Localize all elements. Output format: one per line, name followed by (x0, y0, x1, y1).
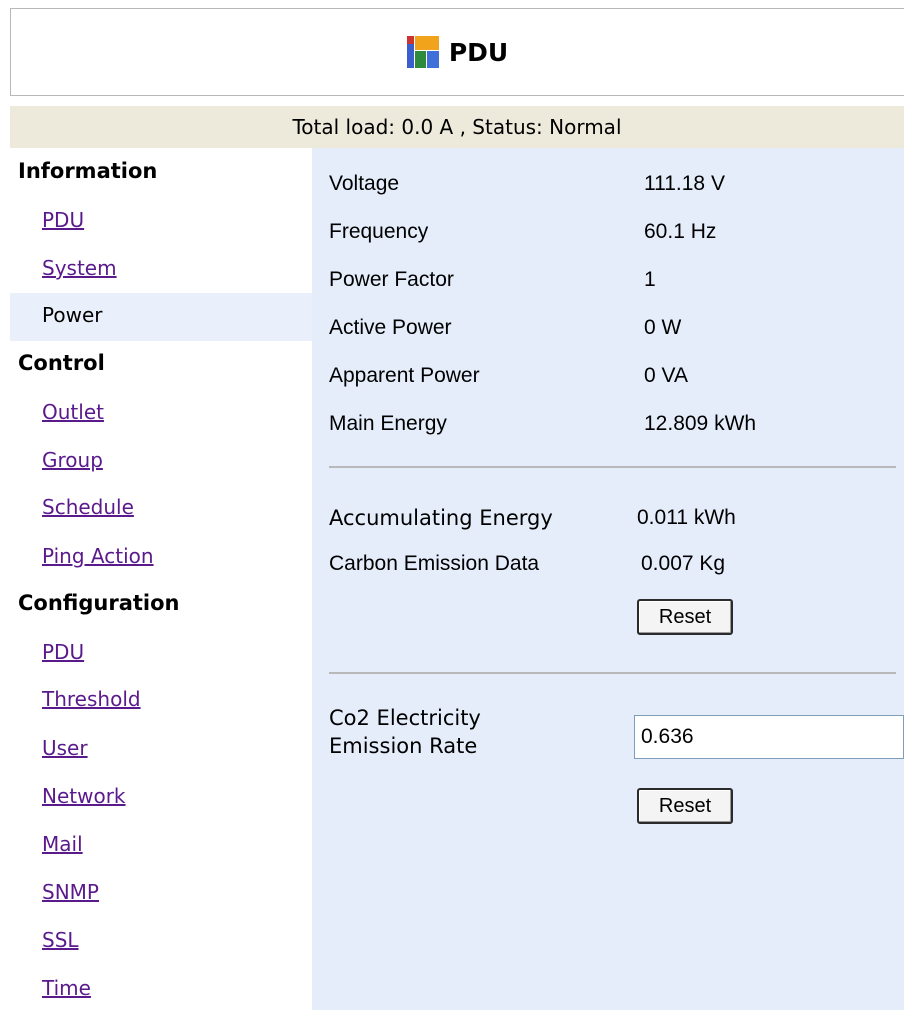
frequency-label: Frequency (329, 220, 429, 243)
apparent-power-label: Apparent Power (329, 364, 480, 387)
reset-accumulating-button[interactable]: Reset (637, 599, 733, 635)
sidebar-item-threshold[interactable]: Threshold (42, 687, 141, 711)
apparent-power-value: 0 VA (644, 364, 688, 387)
active-power-value: 0 W (644, 316, 682, 339)
sidebar-item-outlet[interactable]: Outlet (42, 400, 104, 424)
accumulating-energy-value: 0.011 kWh (637, 506, 736, 529)
voltage-value: 111.18 V (644, 172, 725, 195)
sidebar-item-network[interactable]: Network (42, 784, 126, 808)
page-title: PDU (448, 37, 509, 67)
sidebar-section-configuration: Configuration (18, 591, 180, 615)
status-bar: Total load: 0.0 A , Status: Normal (10, 106, 904, 148)
sidebar-item-power[interactable]: Power (10, 293, 312, 341)
carbon-emission-label: Carbon Emission Data (329, 552, 540, 575)
sidebar-item-ping-action[interactable]: Ping Action (42, 544, 154, 568)
sidebar-item-system[interactable]: System (42, 256, 117, 280)
pdu-logo-icon (406, 36, 439, 68)
sidebar-section-control: Control (18, 351, 105, 375)
frequency-value: 60.1 Hz (644, 220, 717, 243)
sidebar-item-time[interactable]: Time (42, 976, 91, 1000)
sidebar-item-mail[interactable]: Mail (42, 832, 83, 856)
reset-co2-button[interactable]: Reset (637, 788, 733, 824)
sidebar-item-snmp[interactable]: SNMP (42, 880, 99, 904)
page-header: PDU (10, 8, 904, 96)
sidebar-item-schedule[interactable]: Schedule (42, 495, 134, 519)
sidebar-item-info-pdu[interactable]: PDU (42, 208, 84, 232)
main-energy-value: 12.809 kWh (644, 412, 757, 435)
co2-rate-label-line1: Co2 Electricity (329, 706, 481, 730)
sidebar-item-group[interactable]: Group (42, 448, 103, 472)
power-factor-value: 1 (644, 268, 656, 291)
sidebar-item-power-label: Power (42, 303, 103, 327)
sidebar-item-config-pdu[interactable]: PDU (42, 640, 84, 664)
co2-rate-label: Co2 Electricity Emission Rate (329, 704, 481, 760)
co2-rate-label-line2: Emission Rate (329, 734, 478, 758)
accumulating-energy-label: Accumulating Energy (329, 506, 553, 530)
voltage-label: Voltage (329, 172, 400, 195)
active-power-label: Active Power (329, 316, 452, 339)
co2-rate-input[interactable] (634, 715, 904, 759)
main-energy-label: Main Energy (329, 412, 447, 435)
divider (329, 466, 896, 468)
power-factor-label: Power Factor (329, 268, 454, 291)
carbon-emission-value: 0.007 Kg (641, 552, 726, 575)
status-text: Total load: 0.0 A , Status: Normal (292, 115, 622, 139)
sidebar-item-user[interactable]: User (42, 736, 88, 760)
divider (329, 672, 896, 674)
sidebar: Information PDU System Power Control Out… (10, 148, 312, 1010)
sidebar-section-information: Information (18, 159, 158, 183)
sidebar-item-ssl[interactable]: SSL (42, 928, 79, 952)
power-panel: Voltage 111.18 V Frequency 60.1 Hz Power… (312, 148, 904, 1010)
